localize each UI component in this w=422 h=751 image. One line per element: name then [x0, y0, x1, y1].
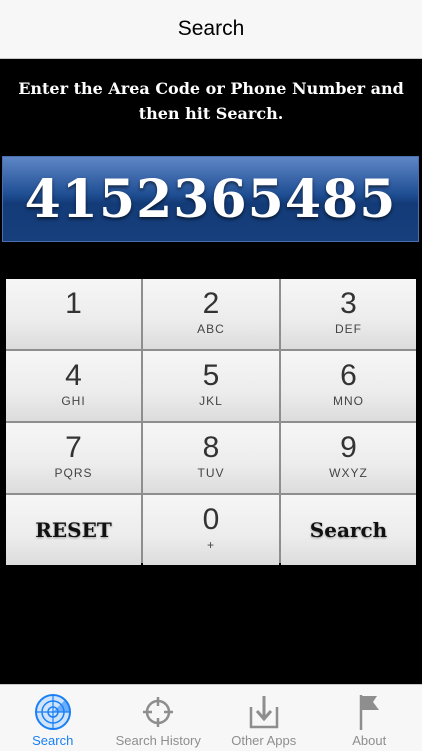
key-digit: 1	[65, 289, 82, 319]
key-digit: 9	[340, 433, 357, 463]
key-letters: TUV	[198, 466, 225, 480]
download-icon	[244, 692, 284, 732]
key-digit: 3	[340, 289, 357, 319]
tab-label: About	[352, 733, 386, 748]
tab-other-apps[interactable]: Other Apps	[211, 685, 317, 751]
key-letters: WXYZ	[329, 466, 368, 480]
navigation-bar: Search	[0, 0, 422, 59]
key-digit: 7	[65, 433, 82, 463]
key-2[interactable]: 2 ABC	[143, 279, 279, 349]
keypad: 1 2 ABC 3 DEF 4 GHI 5 JKL 6 MNO 7 PQRS 8…	[6, 279, 416, 563]
key-digit: 2	[203, 289, 220, 319]
key-9[interactable]: 9 WXYZ	[281, 423, 416, 493]
number-display: 4152365485	[2, 156, 419, 242]
tab-label: Search	[32, 733, 73, 748]
key-letters: DEF	[335, 322, 362, 336]
key-digit: 5	[203, 361, 220, 391]
reset-button[interactable]: RESET	[6, 495, 141, 565]
search-button[interactable]: Search	[281, 495, 416, 565]
key-7[interactable]: 7 PQRS	[6, 423, 141, 493]
entered-number: 4152365485	[25, 169, 397, 230]
key-letters: GHI	[61, 394, 85, 408]
tab-label: Search History	[116, 733, 201, 748]
key-3[interactable]: 3 DEF	[281, 279, 416, 349]
key-6[interactable]: 6 MNO	[281, 351, 416, 421]
key-digit: 6	[340, 361, 357, 391]
key-digit: 8	[203, 433, 220, 463]
key-8[interactable]: 8 TUV	[143, 423, 279, 493]
crosshair-icon	[138, 692, 178, 732]
instructions-text: Enter the Area Code or Phone Number and …	[8, 76, 414, 126]
key-letters: ABC	[197, 322, 225, 336]
tab-search-history[interactable]: Search History	[106, 685, 212, 751]
page-title: Search	[178, 17, 245, 41]
key-0[interactable]: 0 +	[143, 495, 279, 565]
tab-label: Other Apps	[231, 733, 296, 748]
radar-icon	[33, 692, 73, 732]
tab-bar: Search Search History Other Apps	[0, 684, 422, 751]
key-letters: +	[207, 538, 215, 552]
key-5[interactable]: 5 JKL	[143, 351, 279, 421]
key-letters: MNO	[333, 394, 364, 408]
key-4[interactable]: 4 GHI	[6, 351, 141, 421]
reset-label: RESET	[35, 518, 111, 542]
key-digit: 0	[203, 505, 220, 535]
key-digit: 4	[65, 361, 82, 391]
key-1[interactable]: 1	[6, 279, 141, 349]
key-letters: JKL	[199, 394, 223, 408]
search-label: Search	[310, 518, 387, 542]
tab-about[interactable]: About	[317, 685, 422, 751]
tab-search[interactable]: Search	[0, 685, 106, 751]
key-letters: PQRS	[54, 466, 92, 480]
flag-icon	[349, 692, 389, 732]
